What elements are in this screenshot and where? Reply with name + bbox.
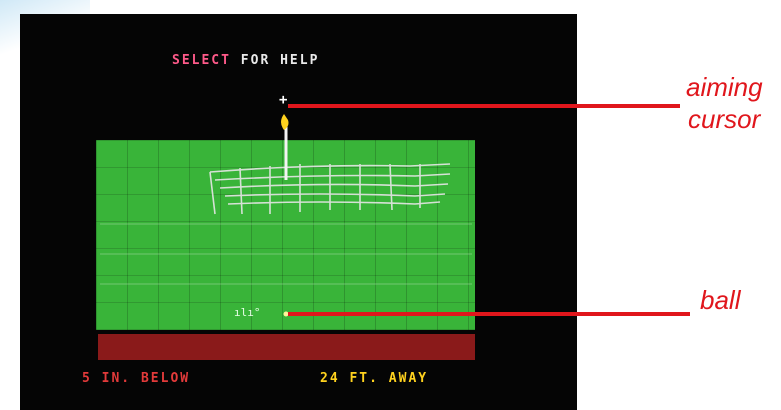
aiming-cursor-label-line1: aiming bbox=[686, 72, 763, 102]
callout-leaders bbox=[288, 104, 690, 316]
aiming-cursor-label-line2: cursor bbox=[688, 104, 761, 134]
ball-label: ball bbox=[700, 285, 741, 315]
figure-canvas: SELECT FOR HELP + ılı° 5 IN. BELOW 24 FT… bbox=[0, 0, 781, 410]
